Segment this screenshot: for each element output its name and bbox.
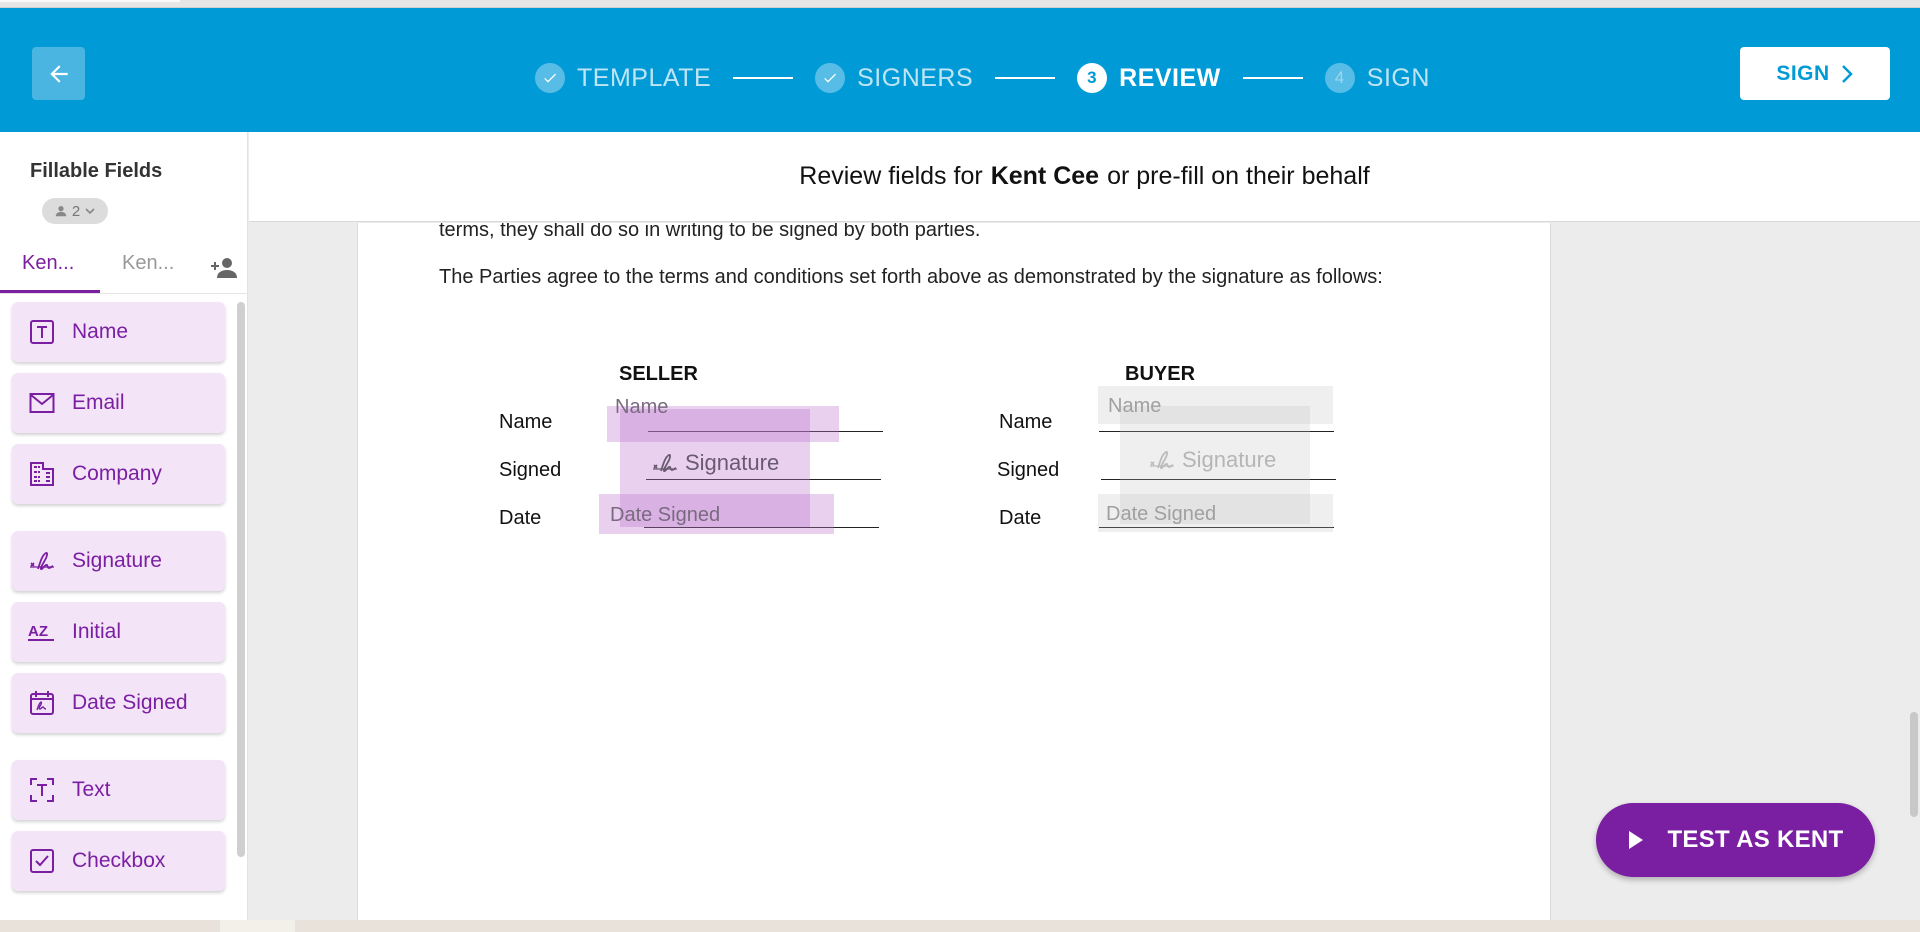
document-scrollbar[interactable] (1910, 712, 1918, 817)
active-tab-indicator (0, 290, 100, 293)
chevron-right-icon (1841, 64, 1853, 83)
chevron-down-icon (85, 208, 95, 215)
buyer-date-placeholder: Date Signed (1106, 503, 1217, 525)
signature-icon (28, 547, 56, 575)
text-bracket-icon (28, 776, 56, 804)
step-number: 3 (1077, 63, 1108, 93)
signature-icon (1150, 450, 1174, 470)
document-paragraph: The Parties agree to the terms and condi… (439, 266, 1383, 288)
text-box-icon (28, 318, 56, 346)
buyer-heading: BUYER (1125, 363, 1196, 385)
tab-signer-1[interactable]: Ken... (22, 252, 74, 275)
seller-signed-label: Signed (499, 459, 562, 481)
step-label: REVIEW (1119, 63, 1221, 92)
checkbox-icon (28, 847, 56, 875)
step-connector (995, 77, 1056, 79)
field-email[interactable]: Email (12, 373, 225, 433)
document-page: terms, they shall do so in writing to be… (357, 223, 1551, 920)
test-button-label: TEST AS KENT (1667, 826, 1844, 853)
field-date-signed[interactable]: Date Signed (12, 673, 225, 733)
signer-count-dropdown[interactable]: 2 (42, 198, 108, 224)
bottom-strip (0, 920, 1920, 932)
step-number: 4 (1324, 63, 1355, 93)
buyer-signed-label: Signed (997, 459, 1060, 481)
field-checkbox[interactable]: Checkbox (12, 831, 225, 891)
field-label: Date Signed (72, 691, 188, 714)
field-label: Text (72, 778, 111, 801)
browser-chrome-strip (0, 0, 1920, 8)
check-icon (815, 63, 846, 93)
seller-name-label: Name (499, 411, 553, 433)
tab-signer-2[interactable]: Ken... (122, 252, 174, 275)
seller-date-placeholder: Date Signed (610, 504, 721, 526)
taskbar-segment (220, 920, 295, 932)
field-label: Name (72, 320, 129, 343)
field-company[interactable]: Company (12, 444, 225, 504)
test-as-signer-button[interactable]: TEST AS KENT (1596, 803, 1875, 877)
person-icon (55, 206, 67, 217)
review-instruction-bar: Review fields for Kent Cee or pre-fill o… (249, 132, 1920, 222)
step-sign: 4 SIGN (1324, 63, 1430, 93)
buyer-name-placeholder: Name (1108, 395, 1162, 417)
envelope-icon (28, 389, 56, 417)
progress-steps: TEMPLATE SIGNERS 3 REVIEW 4 SIGN (535, 52, 1430, 104)
field-label: Email (72, 391, 125, 414)
seller-name-placeholder: Name (615, 396, 669, 418)
signature-placeholder-text: Signature (1182, 447, 1277, 472)
step-label: SIGN (1366, 63, 1430, 92)
signer-count: 2 (71, 202, 81, 220)
field-label: Signature (72, 549, 162, 572)
buyer-signature-placeholder: Signature (1148, 447, 1276, 473)
back-button[interactable] (32, 47, 85, 100)
field-signature[interactable]: Signature (12, 531, 225, 591)
seller-date-label: Date (499, 507, 542, 529)
sidebar-scrollbar[interactable] (237, 302, 245, 857)
add-person-icon[interactable] (210, 256, 238, 280)
buyer-name-label: Name (999, 411, 1053, 433)
fillable-fields-sidebar: Fillable Fields 2 Ken... Ken... Name Ema… (0, 132, 248, 920)
field-label: Company (72, 462, 162, 485)
step-label: SIGNERS (857, 63, 974, 92)
step-connector (1242, 77, 1303, 79)
review-prefix: Review fields for (799, 162, 983, 190)
step-review: 3 REVIEW (1077, 63, 1221, 93)
field-initial[interactable]: AZ Initial (12, 602, 225, 662)
field-text[interactable]: Text (12, 760, 225, 820)
step-label: TEMPLATE (577, 63, 712, 92)
play-icon (1629, 831, 1644, 849)
svg-text:AZ: AZ (28, 623, 48, 640)
browser-tab (0, 0, 180, 2)
sign-button-label: SIGN (1776, 61, 1830, 85)
signature-placeholder-text: Signature (685, 450, 780, 475)
calendar-signature-icon (28, 689, 56, 717)
arrow-left-icon (49, 64, 68, 83)
seller-heading: SELLER (619, 363, 698, 385)
seller-signature-placeholder: Signature (651, 450, 779, 476)
document-paragraph: terms, they shall do so in writing to be… (439, 223, 981, 241)
review-signer-name: Kent Cee (990, 162, 1100, 190)
field-name[interactable]: Name (12, 302, 225, 362)
check-icon (535, 63, 565, 93)
top-header: TEMPLATE SIGNERS 3 REVIEW 4 SIGN SIGN (0, 8, 1920, 132)
signer-tabs: Ken... Ken... (0, 242, 247, 294)
field-label: Initial (72, 620, 122, 643)
step-template: TEMPLATE (535, 63, 711, 93)
buyer-date-label: Date (999, 507, 1042, 529)
signature-icon (653, 453, 677, 473)
building-icon (28, 460, 56, 488)
az-initial-icon: AZ (28, 618, 56, 646)
step-connector (733, 77, 794, 79)
sign-button[interactable]: SIGN (1740, 47, 1890, 100)
step-signers: SIGNERS (815, 63, 973, 93)
field-label: Checkbox (72, 849, 166, 872)
sidebar-title: Fillable Fields (30, 160, 163, 182)
review-suffix: or pre-fill on their behalf (1107, 162, 1370, 190)
